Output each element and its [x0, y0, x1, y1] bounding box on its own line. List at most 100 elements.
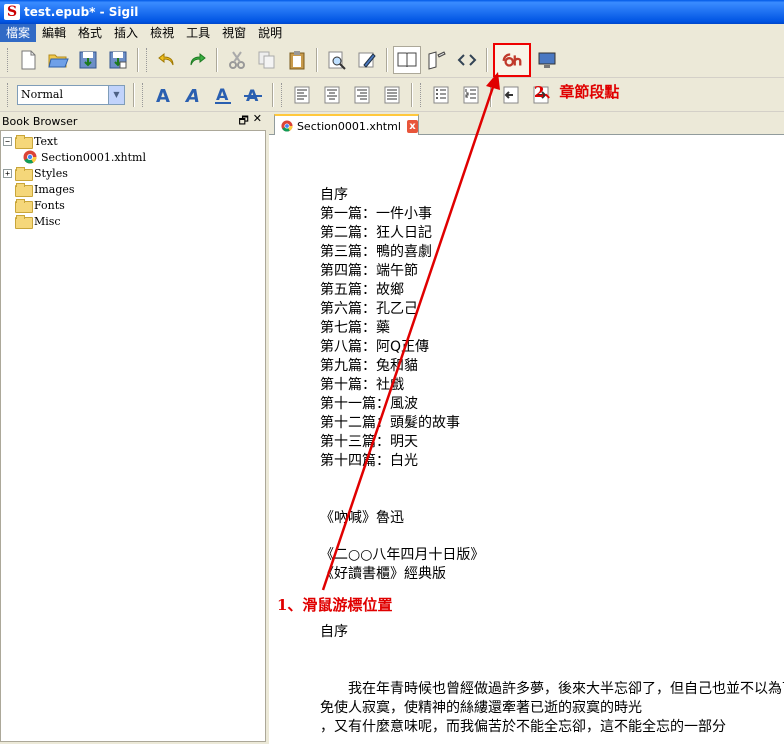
toolbar-grip[interactable] [420, 82, 423, 107]
code-view-icon [457, 53, 477, 66]
bullet-list-button[interactable] [427, 81, 455, 109]
toolbar-separator [411, 82, 413, 107]
menu-edit[interactable]: 編輯 [36, 24, 72, 42]
screen-button[interactable] [533, 46, 561, 74]
float-panel-icon[interactable]: 🗗 [238, 112, 248, 131]
menu-format[interactable]: 格式 [72, 24, 108, 42]
menu-bar: 檔案 編輯 格式 插入 檢視 工具 視窗 說明 [0, 24, 784, 42]
book-title: 《吶喊》魯迅 [320, 510, 404, 526]
toolbar-separator [490, 82, 492, 107]
close-icon[interactable]: ✕ [253, 112, 262, 131]
toolbar-grip[interactable] [7, 47, 10, 72]
italic-button[interactable]: A [179, 81, 207, 109]
tree-item-fonts[interactable]: Fonts [15, 197, 65, 213]
monitor-icon [538, 52, 556, 68]
save-as-icon [109, 51, 127, 68]
undo-button[interactable] [153, 46, 181, 74]
collapse-icon[interactable]: − [3, 136, 12, 146]
toc-line: 第一篇：一件小事 [320, 206, 432, 222]
paste-button[interactable] [283, 46, 311, 74]
tree-item-misc[interactable]: Misc [15, 213, 61, 229]
open-button[interactable] [44, 46, 72, 74]
folder-icon [15, 167, 33, 181]
align-left-icon [294, 86, 310, 103]
justify-button[interactable] [378, 81, 406, 109]
strikethrough-button[interactable]: A [239, 81, 267, 109]
book-view-icon [397, 52, 417, 67]
align-right-button[interactable] [348, 81, 376, 109]
menu-view[interactable]: 檢視 [144, 24, 180, 42]
toc-line: 第十四篇：白光 [320, 453, 418, 469]
expand-icon[interactable]: + [3, 168, 12, 178]
numbered-list-button[interactable] [457, 81, 485, 109]
save-as-button[interactable] [104, 46, 132, 74]
toc-line: 第十三篇：明天 [320, 434, 418, 450]
open-folder-icon [48, 54, 69, 67]
meta-editor-button[interactable] [353, 46, 381, 74]
strikethrough-icon: A [244, 86, 262, 105]
toc-line: 第九篇：兔和貓 [320, 358, 418, 374]
toolbar-grip[interactable] [146, 47, 149, 72]
clipboard-icon [289, 50, 305, 69]
redo-icon [190, 52, 206, 65]
align-center-icon [324, 86, 340, 103]
chrome-icon [23, 150, 37, 164]
redo-button[interactable] [183, 46, 211, 74]
toolbar-separator [486, 47, 488, 72]
toolbar-grip[interactable] [281, 82, 284, 107]
split-chapter-icon [502, 52, 522, 67]
menu-help[interactable]: 說明 [252, 24, 288, 42]
new-file-icon [21, 50, 36, 69]
menu-insert[interactable]: 插入 [108, 24, 144, 42]
tree-item-label: Text [34, 134, 58, 148]
paragraph-style-select[interactable]: Normal ▼ [17, 84, 125, 105]
book-view-button[interactable] [393, 45, 421, 74]
copy-button[interactable] [253, 46, 281, 74]
toolbar-separator [216, 47, 218, 72]
menu-file[interactable]: 檔案 [0, 24, 37, 42]
book-browser-header: Book Browser 🗗 ✕ [0, 112, 266, 131]
body-paragraph: ，又有什麼意味呢，而我偏苦於不能全忘卻，這不能全忘的一部分 [320, 719, 726, 735]
toc-line: 第七篇：藥 [320, 320, 390, 336]
tree-item-images[interactable]: Images [15, 181, 75, 197]
book-view-editor[interactable]: 自序 第一篇：一件小事 第二篇：狂人日記 第三篇：鴨的喜劇 第四篇：端午節 第五… [269, 135, 784, 744]
edition-line: 《好讀書櫃》經典版 [320, 566, 446, 582]
new-file-button[interactable] [14, 46, 42, 74]
style-select-value: Normal [21, 88, 64, 101]
find-replace-button[interactable] [323, 46, 351, 74]
split-chapter-button[interactable] [493, 42, 531, 77]
tab-section0001[interactable]: Section0001.xhtml x [274, 114, 419, 136]
toolbar-separator [133, 82, 135, 107]
chevron-down-icon[interactable]: ▼ [108, 85, 124, 104]
tree-item-section[interactable]: Section0001.xhtml [23, 149, 146, 165]
copy-icon [258, 51, 275, 68]
sigil-app-icon: S [4, 4, 20, 20]
toolbar-grip[interactable] [142, 82, 145, 107]
edition-line: 《二○○八年四月十日版》 [320, 547, 485, 563]
tree-item-styles[interactable]: + Styles [3, 165, 68, 181]
decrease-indent-button[interactable] [497, 81, 525, 109]
svg-text:A: A [156, 86, 170, 106]
tree-item-label: Section0001.xhtml [41, 150, 146, 164]
split-view-button[interactable] [423, 46, 451, 74]
save-button[interactable] [74, 46, 102, 74]
close-tab-icon[interactable]: x [406, 119, 418, 133]
menu-window[interactable]: 視窗 [216, 24, 252, 42]
menu-tools[interactable]: 工具 [180, 24, 216, 42]
align-left-button[interactable] [288, 81, 316, 109]
underline-icon: A [215, 85, 231, 104]
toc-line: 第八篇：阿Q正傳 [320, 339, 430, 355]
code-view-button[interactable] [453, 46, 481, 74]
cut-button[interactable] [223, 46, 251, 74]
bullet-list-icon [433, 86, 449, 103]
chrome-icon [281, 120, 293, 132]
align-center-button[interactable] [318, 81, 346, 109]
toolbar-grip[interactable] [7, 82, 10, 107]
bold-button[interactable]: A [149, 81, 177, 109]
tree-item-text[interactable]: − Text [3, 133, 58, 149]
underline-button[interactable]: A [209, 81, 237, 109]
toc-line: 第十篇：社戲 [320, 377, 404, 393]
book-browser-title: Book Browser [2, 114, 78, 128]
svg-text:A: A [184, 86, 200, 106]
folder-icon [15, 135, 33, 149]
